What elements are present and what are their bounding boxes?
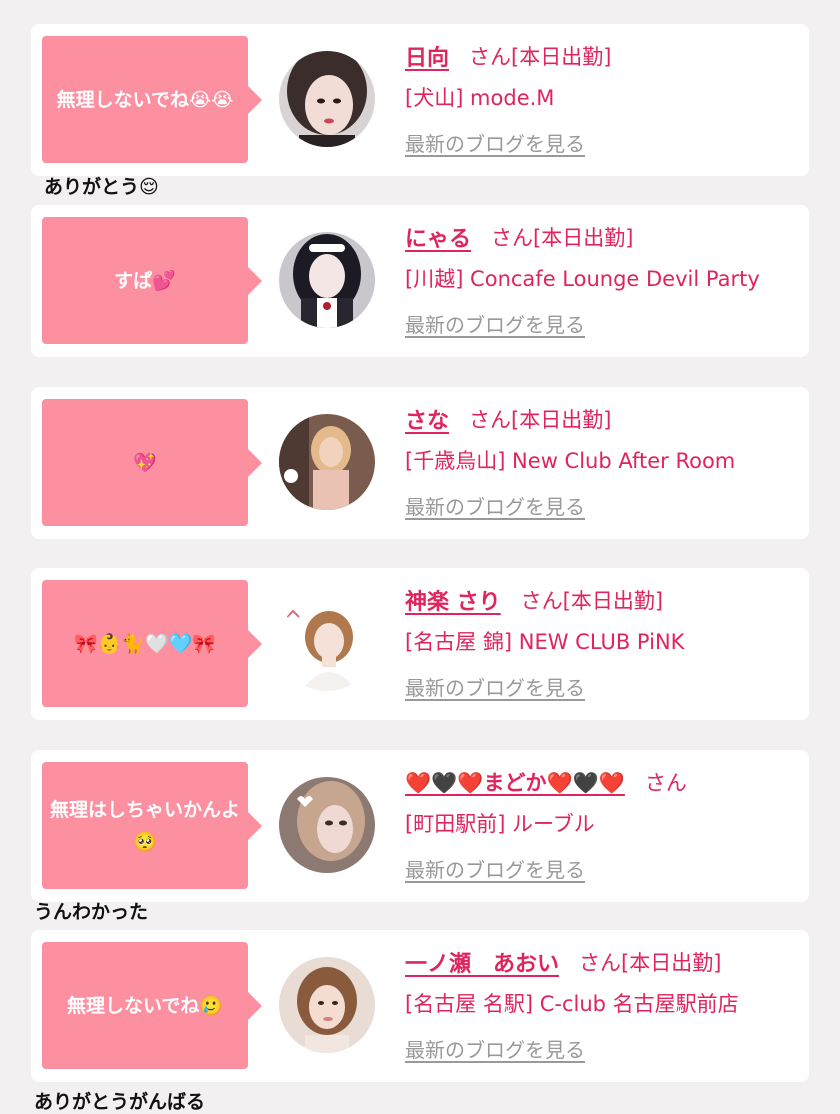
latest-blog-link[interactable]: 最新のブログを見る bbox=[405, 1034, 585, 1063]
avatar[interactable] bbox=[279, 777, 375, 873]
avatar[interactable] bbox=[279, 414, 375, 510]
cast-card[interactable]: 無理はしちゃいかんよ🥺 ❤️🖤❤️まどか❤️🖤❤️ さん [町田駅前] ルーブル… bbox=[31, 750, 809, 902]
avatar-photo bbox=[279, 957, 375, 1053]
cast-card[interactable]: 無理しないでね😭😭 日向 さん [本日出勤] [犬山] mode.M 最新のブロ… bbox=[31, 24, 809, 176]
cast-card[interactable]: すぱ💕 にゃる さん [本日出勤] [川越] Concafe Lounge De… bbox=[31, 205, 809, 357]
message-bubble: 🎀👶🐈🤍🩵🎀 bbox=[42, 580, 262, 707]
honorific-label: さん bbox=[469, 45, 512, 69]
latest-blog-link[interactable]: 最新のブログを見る bbox=[405, 672, 585, 701]
cast-card[interactable]: 💖 さな さん [本日出勤] [千歳烏山] New Club After Roo… bbox=[31, 387, 809, 539]
cast-card[interactable]: 無理しないでね🥲 一ノ瀬 あおい さん [本日出勤] [名古屋 名駅] C-cl… bbox=[31, 930, 809, 1082]
cast-name-link[interactable]: さな bbox=[405, 403, 449, 435]
message-text: すぱ💕 bbox=[114, 269, 176, 292]
shop-label: [犬山] mode.M bbox=[405, 86, 555, 110]
avatar-photo bbox=[279, 51, 375, 147]
message-bubble: 無理はしちゃいかんよ🥺 bbox=[42, 762, 262, 889]
attendance-status: [本日出勤] bbox=[533, 226, 634, 250]
avatar[interactable] bbox=[279, 957, 375, 1053]
avatar-photo bbox=[279, 595, 375, 691]
latest-blog-link[interactable]: 最新のブログを見る bbox=[405, 854, 585, 883]
cast-name-link[interactable]: ❤️🖤❤️まどか❤️🖤❤️ bbox=[405, 767, 625, 797]
message-text: 無理はしちゃいかんよ🥺 bbox=[49, 798, 240, 853]
avatar[interactable] bbox=[279, 232, 375, 328]
shop-label: [名古屋 錦] NEW CLUB PiNK bbox=[405, 630, 685, 654]
attendance-status: [本日出勤] bbox=[511, 408, 612, 432]
shop-label: [千歳烏山] New Club After Room bbox=[405, 449, 736, 473]
shop-label: [名古屋 名駅] C-club 名古屋駅前店 bbox=[405, 992, 739, 1016]
cast-name-link[interactable]: 神楽 さり bbox=[405, 584, 501, 616]
honorific-label: さん bbox=[579, 951, 622, 975]
reply-text: ありがとうがんばる bbox=[34, 1091, 206, 1113]
reply-text: うんわかった bbox=[34, 901, 149, 923]
message-bubble: 💖 bbox=[42, 399, 262, 526]
latest-blog-link[interactable]: 最新のブログを見る bbox=[405, 309, 585, 338]
honorific-label: さん bbox=[644, 771, 687, 795]
honorific-label: さん bbox=[469, 408, 512, 432]
message-bubble: 無理しないでね🥲 bbox=[42, 942, 262, 1069]
reply-text: ありがとう😌 bbox=[44, 176, 159, 198]
avatar[interactable] bbox=[279, 51, 375, 147]
shop-label: [町田駅前] ルーブル bbox=[405, 812, 595, 836]
message-text: 無理しないでね😭😭 bbox=[56, 88, 234, 111]
latest-blog-link[interactable]: 最新のブログを見る bbox=[405, 128, 585, 157]
message-bubble: 無理しないでね😭😭 bbox=[42, 36, 262, 163]
honorific-label: さん bbox=[520, 589, 563, 613]
cast-name-link[interactable]: 日向 bbox=[405, 40, 449, 72]
shop-label: [川越] Concafe Lounge Devil Party bbox=[405, 267, 760, 291]
cast-card[interactable]: 🎀👶🐈🤍🩵🎀 神楽 さり さん [本日出勤] [名古屋 錦] NEW CLUB … bbox=[31, 568, 809, 720]
attendance-status: [本日出勤] bbox=[511, 45, 612, 69]
message-text: 💖 bbox=[133, 451, 157, 474]
attendance-status: [本日出勤] bbox=[562, 589, 664, 613]
latest-blog-link[interactable]: 最新のブログを見る bbox=[405, 491, 585, 520]
cast-name-link[interactable]: 一ノ瀬 あおい bbox=[405, 946, 559, 978]
avatar-photo bbox=[279, 232, 375, 328]
message-text: 無理しないでね🥲 bbox=[66, 994, 224, 1017]
avatar-photo bbox=[279, 777, 375, 873]
cast-name-link[interactable]: にゃる bbox=[405, 221, 471, 253]
avatar-photo bbox=[279, 414, 375, 510]
attendance-status: [本日出勤] bbox=[621, 951, 722, 975]
honorific-label: さん bbox=[491, 226, 534, 250]
message-bubble: すぱ💕 bbox=[42, 217, 262, 344]
message-text: 🎀👶🐈🤍🩵🎀 bbox=[74, 632, 216, 655]
avatar[interactable] bbox=[279, 595, 375, 691]
